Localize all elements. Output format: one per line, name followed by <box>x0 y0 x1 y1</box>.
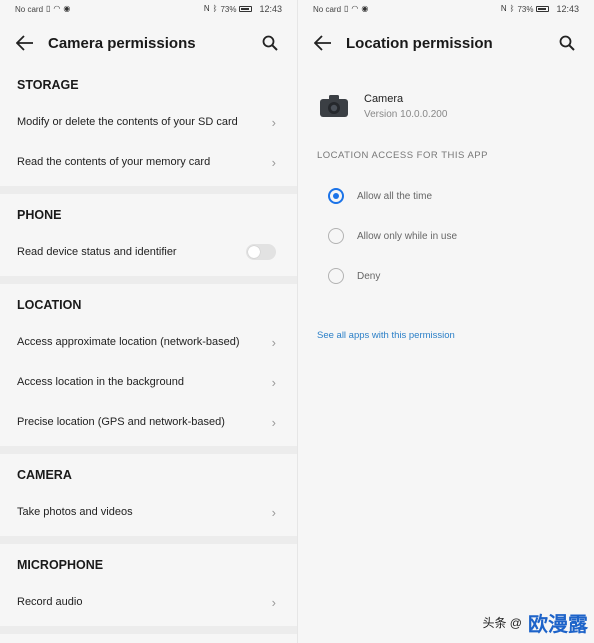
group-header: STORAGE <box>17 78 79 92</box>
permission-label: Take photos and videos <box>17 506 133 518</box>
permission-row[interactable]: Record audio › <box>0 582 297 622</box>
permission-label: Read the contents of your memory card <box>17 156 211 168</box>
page-title: Location permission <box>346 34 493 52</box>
clock: 12:43 <box>556 4 579 14</box>
search-button[interactable] <box>556 32 578 54</box>
bluetooth-icon: ᛒ <box>212 4 218 13</box>
group-header: MICROPHONE <box>17 558 104 572</box>
nfc-icon: N <box>203 4 210 13</box>
group-header: PHONE <box>17 208 62 222</box>
search-icon <box>262 35 278 51</box>
permission-row[interactable]: Read the contents of your memory card › <box>0 142 297 182</box>
battery-percent: 73% <box>517 4 534 14</box>
permission-label: Read device status and identifier <box>17 246 177 258</box>
hotspot-icon: ◉ <box>63 4 71 13</box>
chevron-right-icon: › <box>271 504 276 520</box>
watermark-prefix: 头条 @ <box>482 616 522 630</box>
group-divider <box>0 626 297 634</box>
location-options: Allow all the time Allow only while in us… <box>298 176 594 296</box>
option-label: Deny <box>357 270 381 282</box>
permission-row[interactable]: Read device status and identifier <box>0 232 297 272</box>
location-option[interactable]: Allow only while in use <box>298 216 594 256</box>
permission-label: Access location in the background <box>17 376 184 388</box>
location-option[interactable]: Deny <box>298 256 594 296</box>
radio-button[interactable] <box>328 228 344 244</box>
location-access-caption: LOCATION ACCESS FOR THIS APP <box>317 150 488 161</box>
option-label: Allow all the time <box>357 190 433 202</box>
watermark: 头条 @ 欧漫露 <box>482 608 588 637</box>
group-header: OTHER <box>0 638 297 643</box>
status-bar: No card ▯ ◠ ◉ N ᛒ 73% 12:43 <box>0 0 297 18</box>
chevron-right-icon: › <box>271 374 276 390</box>
sim-status-text: No card <box>313 4 342 14</box>
app-version: Version 10.0.0.200 <box>364 108 448 120</box>
chevron-right-icon: › <box>271 414 276 430</box>
wifi-icon: ◠ <box>351 4 359 13</box>
back-button[interactable] <box>14 32 36 54</box>
location-permission-screen: No card ▯ ◠ ◉ N ᛒ 73% 12:43 Location per… <box>298 0 594 643</box>
chevron-right-icon: › <box>271 154 276 170</box>
app-bar: Camera permissions <box>0 18 297 68</box>
hotspot-icon: ◉ <box>361 4 369 13</box>
group-divider <box>0 536 297 544</box>
sd-card-icon: ▯ <box>46 4 51 13</box>
radio-button[interactable] <box>328 188 344 204</box>
group-divider <box>0 446 297 454</box>
group-header: LOCATION <box>17 298 82 312</box>
permission-row[interactable]: Precise location (GPS and network-based)… <box>0 402 297 442</box>
see-all-apps-link[interactable]: See all apps with this permission <box>298 296 594 341</box>
clock: 12:43 <box>259 4 282 14</box>
chevron-right-icon: › <box>271 334 276 350</box>
radio-button[interactable] <box>328 268 344 284</box>
permission-row[interactable]: Modify or delete the contents of your SD… <box>0 102 297 142</box>
watermark-text: 欧漫露 <box>528 612 588 636</box>
nfc-icon: N <box>500 4 507 13</box>
page-title: Camera permissions <box>48 34 196 52</box>
permission-row[interactable]: Access approximate location (network-bas… <box>0 322 297 362</box>
bluetooth-icon: ᛒ <box>509 4 515 13</box>
permission-row[interactable]: Access location in the background › <box>0 362 297 402</box>
back-button[interactable] <box>312 32 334 54</box>
battery-percent: 73% <box>220 4 237 14</box>
sd-card-icon: ▯ <box>344 4 349 13</box>
group-divider <box>0 276 297 284</box>
arrow-left-icon <box>314 35 331 51</box>
battery-icon <box>536 6 550 12</box>
status-bar: No card ▯ ◠ ◉ N ᛒ 73% 12:43 <box>298 0 594 18</box>
arrow-left-icon <box>16 35 33 51</box>
permission-row[interactable]: Take photos and videos › <box>0 492 297 532</box>
permission-label: Modify or delete the contents of your SD… <box>17 116 238 128</box>
sim-status-text: No card <box>15 4 44 14</box>
option-label: Allow only while in use <box>357 230 458 242</box>
permission-list: STORAGE Modify or delete the contents of … <box>0 68 297 643</box>
app-info: Camera Version 10.0.0.200 <box>298 68 594 132</box>
camera-permissions-screen: No card ▯ ◠ ◉ N ᛒ 73% 12:43 Camera permi… <box>0 0 297 643</box>
group-header: CAMERA <box>17 468 72 482</box>
app-name: Camera <box>364 92 404 105</box>
permission-label: Record audio <box>17 596 83 608</box>
permission-label: Access approximate location (network-bas… <box>17 336 240 348</box>
battery-icon <box>239 6 253 12</box>
camera-icon <box>320 95 348 117</box>
search-icon <box>559 35 575 51</box>
permission-toggle[interactable] <box>246 244 276 260</box>
location-option[interactable]: Allow all the time <box>298 176 594 216</box>
search-button[interactable] <box>259 32 281 54</box>
wifi-icon: ◠ <box>53 4 61 13</box>
group-divider <box>0 186 297 194</box>
permission-label: Precise location (GPS and network-based) <box>17 416 225 428</box>
app-bar: Location permission <box>298 18 594 68</box>
chevron-right-icon: › <box>271 594 276 610</box>
chevron-right-icon: › <box>271 114 276 130</box>
